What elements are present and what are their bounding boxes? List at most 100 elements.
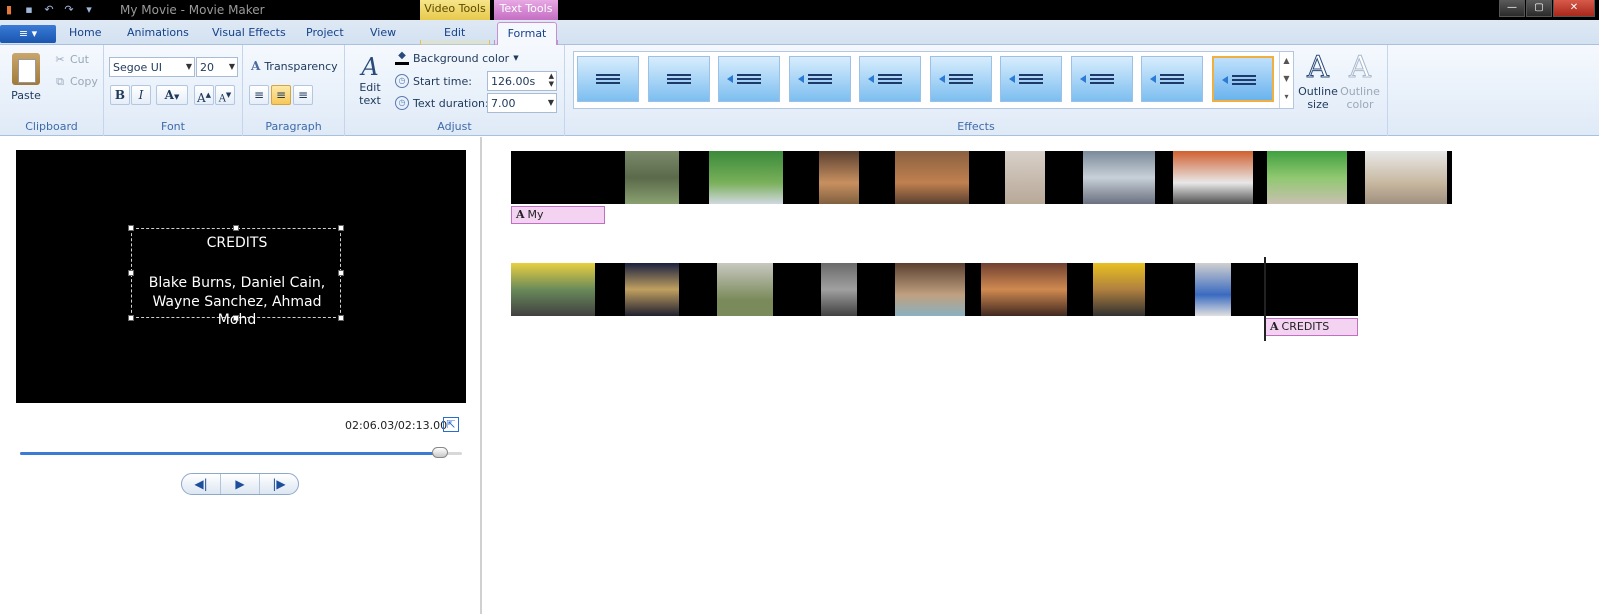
video-clip[interactable] (981, 263, 1067, 316)
paste-button[interactable]: Paste (10, 53, 42, 102)
redo-icon[interactable]: ↷ (62, 3, 76, 17)
play-button[interactable]: ▶ (221, 474, 260, 494)
text-caption-clip[interactable]: A CREDITS (1265, 318, 1358, 336)
effect-thumbnail[interactable] (1141, 56, 1203, 102)
align-right-button[interactable]: ≡ (293, 85, 313, 105)
tab-project[interactable]: Project (306, 26, 344, 39)
seek-thumb[interactable] (431, 447, 448, 458)
resize-handle[interactable] (128, 225, 134, 231)
playhead-cursor[interactable] (1264, 257, 1266, 341)
stopwatch-icon: ◷ (395, 74, 409, 88)
effect-thumbnail[interactable] (859, 56, 921, 102)
align-left-button[interactable]: ≡ (249, 85, 269, 105)
outline-color-button[interactable]: A Outline color (1338, 50, 1382, 111)
outline-color-label: Outline color (1340, 85, 1380, 111)
video-clip[interactable] (1005, 151, 1045, 204)
align-left-icon: ≡ (253, 88, 265, 102)
edit-text-button[interactable]: A Edit text (355, 53, 385, 107)
resize-handle[interactable] (233, 225, 239, 231)
save-icon[interactable]: ▪ (22, 3, 36, 17)
video-clip[interactable] (625, 263, 679, 316)
font-family-select[interactable]: Segoe UI ▼ (109, 57, 195, 77)
video-clip[interactable] (1195, 263, 1231, 316)
undo-icon[interactable]: ↶ (42, 3, 56, 17)
video-clip[interactable] (895, 263, 965, 316)
gallery-scroll[interactable]: ▲ ▼ ▾ (1279, 52, 1293, 108)
video-clip[interactable] (709, 151, 783, 204)
previous-frame-button[interactable]: ◀| (182, 474, 221, 494)
shrink-font-icon: A (218, 93, 226, 105)
tab-view[interactable]: View (370, 26, 396, 39)
align-center-button[interactable]: ≡ (271, 85, 291, 105)
video-clip[interactable] (1365, 151, 1447, 204)
title-clip[interactable] (511, 151, 625, 204)
effect-preview-icon (1079, 74, 1114, 84)
video-clip[interactable] (819, 151, 859, 204)
chevron-down-icon[interactable]: ▼ (1280, 70, 1293, 88)
caption-line: Wayne Sanchez, Ahmad Mohd (152, 294, 322, 328)
maximize-button[interactable]: ▢ (1526, 0, 1552, 17)
tab-edit[interactable]: Edit (444, 26, 465, 39)
clip-gap (1067, 263, 1093, 316)
chevron-up-icon[interactable]: ▲ (1280, 52, 1293, 70)
fullscreen-icon[interactable]: ⇱ (443, 417, 459, 432)
next-frame-button[interactable]: |▶ (260, 474, 298, 494)
video-clip[interactable] (1173, 151, 1253, 204)
tab-home[interactable]: Home (69, 26, 101, 39)
grow-font-button[interactable]: A▲ (194, 85, 214, 105)
cut-button[interactable]: ✂ Cut (54, 53, 89, 66)
text-duration-select[interactable]: 7.00 ▼ (487, 93, 557, 113)
video-preview[interactable]: CREDITS Blake Burns, Daniel Cain, Wayne … (16, 150, 466, 403)
seek-bar[interactable] (20, 447, 462, 458)
adjust-group: A Edit text ◆ Background color ▼ ◷ Start… (345, 45, 565, 136)
effect-thumbnail[interactable] (1070, 56, 1133, 102)
clip-gap (783, 151, 819, 204)
spinner-arrows-icon[interactable]: ▲ ▼ (549, 72, 554, 88)
transparency-button[interactable]: A Transparency (251, 59, 338, 73)
effect-thumbnail[interactable] (929, 56, 992, 102)
video-clip[interactable] (895, 151, 969, 204)
effect-thumbnail[interactable] (1211, 56, 1274, 102)
effect-thumbnail[interactable] (647, 56, 710, 102)
italic-button[interactable]: I (131, 85, 151, 105)
text-caption-box[interactable]: CREDITS Blake Burns, Daniel Cain, Wayne … (128, 225, 344, 328)
outline-size-button[interactable]: A Outline size (1296, 50, 1340, 111)
bold-button[interactable]: B (110, 85, 130, 105)
video-clip[interactable] (625, 151, 679, 204)
clip-gap (857, 263, 895, 316)
minimize-button[interactable]: — (1499, 0, 1525, 17)
caption-line: Blake Burns, Daniel Cain, (148, 275, 326, 291)
clip-gap (1145, 263, 1195, 316)
font-size-select[interactable]: 20 ▼ (196, 57, 238, 77)
customize-toolbar-icon[interactable]: ▾ (82, 3, 96, 17)
video-clip[interactable] (717, 263, 773, 316)
effect-thumbnail[interactable] (788, 56, 851, 102)
video-clip[interactable] (1267, 151, 1347, 204)
preview-pane: CREDITS Blake Burns, Daniel Cain, Wayne … (0, 137, 482, 614)
title-clip[interactable] (1231, 263, 1358, 316)
close-button[interactable]: ✕ (1553, 0, 1595, 17)
effect-thumbnail[interactable] (1000, 56, 1062, 102)
resize-handle[interactable] (338, 225, 344, 231)
gallery-expand-icon[interactable]: ▾ (1280, 88, 1293, 106)
effect-thumbnail[interactable] (718, 56, 780, 102)
text-caption-clip[interactable]: A My (511, 206, 605, 224)
tab-format[interactable]: Format (497, 22, 557, 46)
start-time-spinner[interactable]: 126.00s ▲ ▼ (487, 71, 557, 91)
background-color-button[interactable]: ◆ Background color ▼ (395, 51, 519, 65)
clipboard-group: Paste ✂ Cut ⧉ Copy Clipboard (0, 45, 104, 136)
file-menu-button[interactable]: ≡ ▾ (0, 25, 56, 43)
video-clip[interactable] (511, 263, 595, 316)
effect-thumbnail[interactable] (577, 56, 639, 102)
app-menu-icon[interactable]: ▮ (2, 3, 16, 17)
video-clip[interactable] (1083, 151, 1155, 204)
font-color-button[interactable]: A▼ (156, 85, 188, 105)
shrink-font-button[interactable]: A▼ (215, 85, 235, 105)
video-clip[interactable] (821, 263, 857, 316)
tab-visual-effects[interactable]: Visual Effects (212, 26, 286, 39)
tab-animations[interactable]: Animations (127, 26, 189, 39)
caption-text: My (527, 208, 544, 221)
video-clip[interactable] (1093, 263, 1145, 316)
clip-gap (773, 263, 821, 316)
copy-button[interactable]: ⧉ Copy (54, 75, 98, 88)
